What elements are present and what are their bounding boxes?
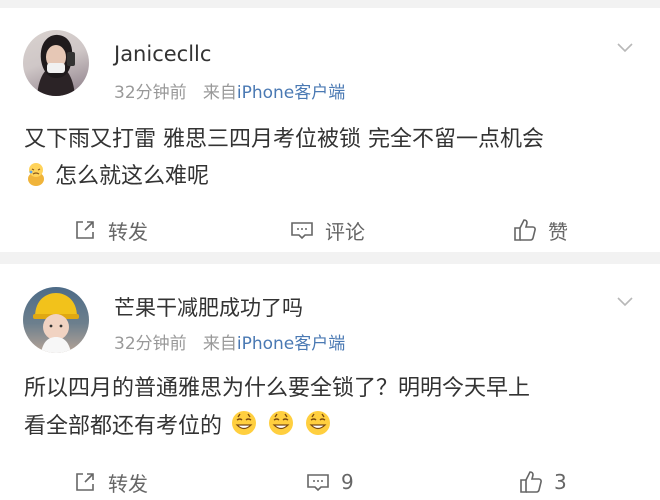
avatar[interactable] [23,287,89,353]
post-time: 32分钟前 [114,83,187,103]
repost-button[interactable]: 转发 [72,465,148,499]
repost-button[interactable]: 转发 [72,213,148,247]
post-text-line1: 所以四月的普通雅思为什么要全锁了？明明今天早上 [24,376,531,401]
like-count: 3 [554,470,567,494]
post-actions: 转发 9 3 [0,465,660,499]
post-source-prefix: 来自 [202,83,237,103]
comment-icon [307,474,329,492]
post-text-line2: 看全部都还有考位的 [24,414,223,439]
repost-label: 转发 [108,219,148,244]
post-text-line2-row: 怎么就这么难呢 [24,158,640,199]
like-button[interactable]: 3 [518,465,567,499]
avatar[interactable] [23,30,89,96]
post-time: 32分钟前 [114,334,187,354]
post-text-line2-row: 看全部都还有考位的 [24,407,640,449]
comment-button[interactable]: 评论 [289,213,365,247]
share-icon [76,221,94,239]
grin-emoji-icon [229,407,259,449]
post-source-link[interactable]: iPhone客户端 [237,83,345,103]
sad-emoji-icon [24,161,48,199]
post-separator [0,252,660,264]
thumbs-up-icon [520,471,542,493]
post-actions: 转发 评论 赞 [0,213,660,247]
share-icon [76,473,94,491]
post-meta: 32分钟前 来自iPhone客户端 [114,329,345,354]
like-button[interactable]: 赞 [512,213,568,247]
comment-button[interactable]: 9 [305,465,354,499]
post-source-prefix: 来自 [202,334,237,354]
post-text: 所以四月的普通雅思为什么要全锁了？明明今天早上 看全部都还有考位的 [24,370,640,449]
post-text-line2: 怎么就这么难呢 [55,164,210,189]
post-username[interactable]: 芒果干减肥成功了吗 [114,292,303,322]
comment-icon [291,222,313,240]
post-username[interactable]: Janicecllc [114,42,211,66]
post-card: Janicecllc 32分钟前 来自iPhone客户端 又下雨又打雷 雅思三四… [0,8,660,252]
like-label: 赞 [548,219,568,244]
grin-emoji-icon [266,407,296,449]
chevron-down-icon[interactable] [616,38,634,56]
comment-count: 9 [341,470,354,494]
post-meta: 32分钟前 来自iPhone客户端 [114,78,345,103]
post-text-line1: 又下雨又打雷 雅思三四月考位被锁 完全不留一点机会 [24,127,544,152]
comment-label: 评论 [325,219,365,244]
chevron-down-icon[interactable] [616,292,634,310]
repost-label: 转发 [108,471,148,496]
post-text: 又下雨又打雷 雅思三四月考位被锁 完全不留一点机会 怎么就这么难呢 [24,121,640,199]
thumbs-up-icon [514,219,536,241]
grin-emoji-icon [303,407,333,449]
post-source-link[interactable]: iPhone客户端 [237,334,345,354]
top-divider [0,0,660,8]
